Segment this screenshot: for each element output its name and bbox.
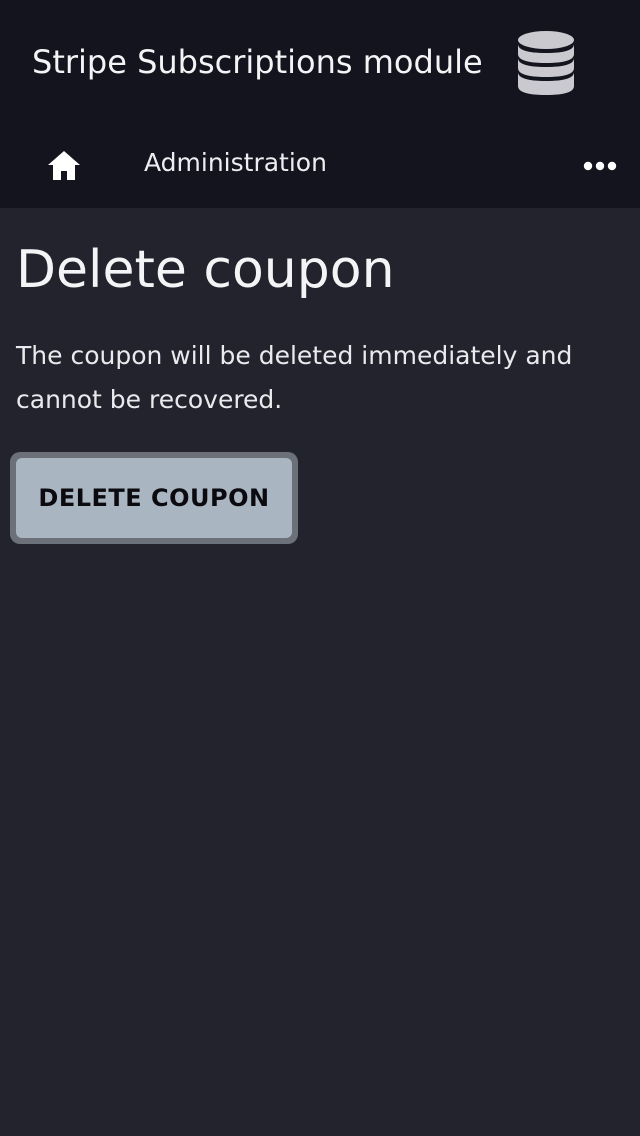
more-horizontal-icon[interactable] <box>580 154 620 178</box>
page-title: Delete coupon <box>16 240 395 300</box>
nav-administration-link[interactable]: Administration <box>144 146 327 180</box>
delete-coupon-button-label: DELETE COUPON <box>16 458 292 538</box>
app-title: Stripe Subscriptions module <box>32 43 483 81</box>
delete-warning-text: The coupon will be deleted immediately a… <box>16 341 573 414</box>
home-icon[interactable] <box>46 148 82 184</box>
app-header: Stripe Subscriptions module Administrati… <box>0 0 640 208</box>
database-icon <box>518 31 574 95</box>
delete-coupon-button[interactable]: DELETE COUPON <box>10 452 298 544</box>
